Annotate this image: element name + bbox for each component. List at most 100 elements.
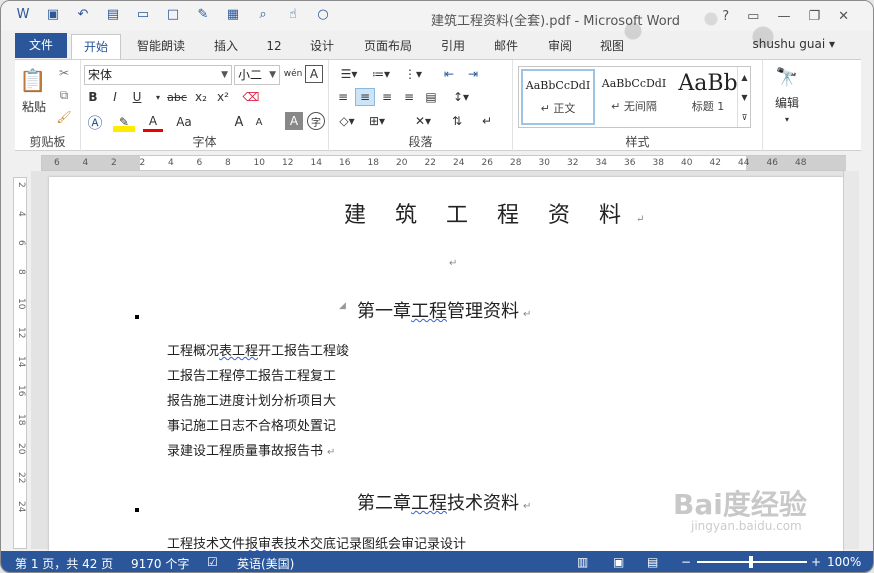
align-right-button[interactable]: ≡ xyxy=(377,88,397,106)
bullets-button[interactable]: ☰▾ xyxy=(335,65,363,83)
increase-indent-button[interactable]: ⇥ xyxy=(463,65,483,83)
paste-icon[interactable]: 📋 xyxy=(17,66,49,96)
touch-mode-icon[interactable]: ☝ xyxy=(285,7,301,23)
multilevel-list-button[interactable]: ⋮▾ xyxy=(399,65,427,83)
phonetic-guide-button[interactable]: wén xyxy=(284,64,303,84)
zoom-in-icon[interactable]: + xyxy=(811,555,821,569)
bold-button[interactable]: B xyxy=(85,88,101,106)
vertical-ruler[interactable]: 2 4 6 8 10 12 14 16 18 20 22 24 xyxy=(13,177,27,549)
shading-button[interactable]: ◇▾ xyxy=(333,112,361,130)
font-size-combo[interactable]: 小二 ▼ xyxy=(234,65,280,85)
font-name-combo[interactable]: 宋体 ▼ xyxy=(84,65,232,85)
new-doc-icon[interactable]: □ xyxy=(165,7,181,23)
paste-button[interactable]: 粘贴 xyxy=(17,98,51,114)
editing-button[interactable]: 编辑 xyxy=(767,94,807,110)
align-left-button[interactable]: ≡ xyxy=(333,88,353,106)
collapse-heading-icon[interactable]: ◢ xyxy=(339,301,346,311)
ribbon-display-icon[interactable]: ▭ xyxy=(747,9,759,24)
table-icon[interactable]: ▦ xyxy=(225,7,241,23)
open-folder-icon[interactable]: ▭ xyxy=(135,7,151,23)
tab-mailings[interactable]: 邮件 xyxy=(485,34,527,59)
numbering-button[interactable]: ≔▾ xyxy=(367,65,395,83)
grow-font-button[interactable]: A xyxy=(231,112,247,132)
style-no-spacing[interactable]: AaBbCcDdI ↵ 无间隔 xyxy=(597,69,671,125)
close-icon[interactable]: ✕ xyxy=(838,9,849,24)
subscript-button[interactable]: x₂ xyxy=(191,88,211,106)
tab-12[interactable]: 12 xyxy=(257,34,291,59)
align-center-button[interactable]: ≡ xyxy=(355,88,375,106)
tab-design[interactable]: 设计 xyxy=(301,34,343,59)
justify-button[interactable]: ≡ xyxy=(399,88,419,106)
chinese-layout-button[interactable]: ✕▾ xyxy=(409,112,437,130)
empty-paragraph[interactable]: ↵ xyxy=(445,255,457,270)
tab-insert[interactable]: 插入 xyxy=(205,34,247,59)
body-line[interactable]: 工程技术文件报审表技术交底记录图纸会审记录设计 xyxy=(167,533,466,552)
char-shading-button[interactable]: A xyxy=(285,112,303,130)
body-line[interactable]: 工报告工程停工报告工程复工 xyxy=(167,365,336,384)
distributed-button[interactable]: ▤ xyxy=(421,88,441,106)
enclose-char-button[interactable]: 字 xyxy=(307,112,325,130)
chapter-heading[interactable]: 第二章工程技术资料 ↵ xyxy=(357,489,531,515)
tab-file[interactable]: 文件 xyxy=(15,33,67,58)
char-border-button[interactable]: A xyxy=(305,65,323,83)
vertical-scrollbar[interactable] xyxy=(843,171,859,549)
proofing-icon[interactable]: ☑ xyxy=(207,555,218,569)
word-count[interactable]: 9170 个字 xyxy=(131,555,189,572)
decrease-indent-button[interactable]: ⇤ xyxy=(439,65,459,83)
italic-button[interactable]: I xyxy=(107,88,123,106)
web-layout-icon[interactable]: ▤ xyxy=(647,555,658,569)
style-heading1[interactable]: AaBb 标题 1 xyxy=(671,69,745,125)
chevron-down-icon[interactable]: ▾ xyxy=(151,88,165,106)
show-marks-icon[interactable]: ↵ xyxy=(477,112,497,130)
chevron-up-icon[interactable]: ▲ xyxy=(737,67,751,87)
copy-icon[interactable]: ⧉ xyxy=(55,86,73,104)
page-count[interactable]: 第 1 页，共 42 页 xyxy=(15,555,113,572)
highlight-button[interactable]: ✎ xyxy=(113,112,135,132)
tab-view[interactable]: 视图 xyxy=(591,34,633,59)
change-case-button[interactable]: Aa xyxy=(171,112,197,132)
tab-page-layout[interactable]: 页面布局 xyxy=(355,34,421,59)
font-color-button[interactable]: A xyxy=(143,112,163,132)
body-line[interactable]: 事记施工日志不合格项处置记 xyxy=(167,415,336,434)
help-icon[interactable]: ? xyxy=(722,9,729,24)
text-effects-button[interactable]: Ⓐ xyxy=(85,112,105,132)
zoom-out-icon[interactable]: − xyxy=(681,555,691,569)
shrink-font-button[interactable]: A xyxy=(251,112,267,132)
tab-references[interactable]: 引用 xyxy=(433,34,473,59)
sort-icon[interactable]: ⇅ xyxy=(447,112,467,130)
user-account[interactable]: shushu guai ▾ xyxy=(753,37,836,51)
horizontal-ruler[interactable]: 6 4 2 2 4 6 8 10 12 14 16 18 20 22 24 26 28 30 32 34 36 38 40 4… xyxy=(41,155,846,171)
more-styles-icon[interactable]: ⊽ xyxy=(737,107,751,127)
superscript-button[interactable]: x² xyxy=(213,88,233,106)
body-line[interactable]: 录建设工程质量事故报告书 ↵ xyxy=(167,440,335,459)
line-spacing-button[interactable]: ↕▾ xyxy=(447,88,475,106)
format-painter-icon[interactable]: 🖌 xyxy=(55,108,73,126)
cut-icon[interactable]: ✂ xyxy=(55,64,73,82)
zoom-level[interactable]: 100% xyxy=(827,555,861,569)
tab-smart-read[interactable]: 智能朗读 xyxy=(127,34,195,59)
underline-button[interactable]: U xyxy=(129,88,145,106)
word-icon[interactable]: W xyxy=(15,7,31,23)
restore-icon[interactable]: ❐ xyxy=(808,9,820,24)
chevron-down-icon[interactable]: ▾ xyxy=(777,112,797,126)
body-line[interactable]: 工程概况表工程开工报告工程竣 xyxy=(167,340,349,359)
tab-review[interactable]: 审阅 xyxy=(539,34,581,59)
find-icon[interactable]: ⌕ xyxy=(255,7,271,23)
style-normal[interactable]: AaBbCcDdI ↵ 正文 xyxy=(521,69,595,125)
body-line[interactable]: 报告施工进度计划分析项目大 xyxy=(167,390,336,409)
print-layout-icon[interactable]: ▣ xyxy=(613,555,624,569)
print-preview-icon[interactable]: ▤ xyxy=(105,7,121,23)
chevron-down-icon[interactable]: ▼ xyxy=(737,87,751,107)
format-icon[interactable]: ✎ xyxy=(195,7,211,23)
save-icon[interactable]: ▣ xyxy=(45,7,61,23)
binoculars-icon[interactable]: 🔭 xyxy=(771,64,803,90)
borders-button[interactable]: ⊞▾ xyxy=(363,112,391,130)
clear-formatting-icon[interactable]: ⌫ xyxy=(241,88,261,106)
read-mode-icon[interactable]: ▥ xyxy=(577,555,588,569)
doc-title[interactable]: 建 筑 工 程 资 料 ↵ xyxy=(344,197,644,229)
minimize-icon[interactable]: — xyxy=(777,9,790,24)
language[interactable]: 英语(美国) xyxy=(237,555,294,572)
zoom-slider-thumb[interactable] xyxy=(749,556,753,568)
strikethrough-button[interactable]: abc xyxy=(165,88,189,106)
undo-icon[interactable]: ↶ xyxy=(75,7,91,23)
